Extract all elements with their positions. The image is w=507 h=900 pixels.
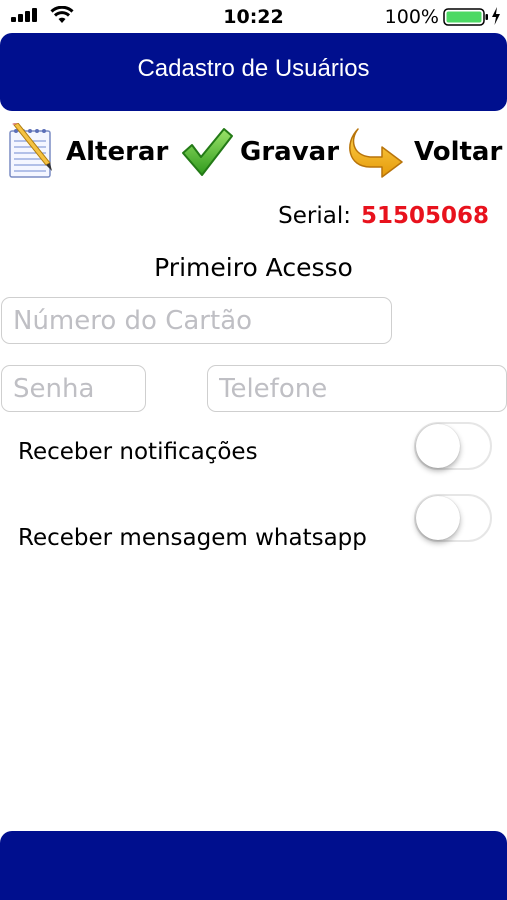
gravar-button[interactable]: Gravar xyxy=(180,120,339,184)
whatsapp-label: Receber mensagem whatsapp xyxy=(18,525,367,551)
toggle-knob xyxy=(416,424,460,468)
section-title: Primeiro Acesso xyxy=(154,253,353,282)
card-number-input[interactable] xyxy=(1,297,392,344)
app-header: Cadastro de Usuários xyxy=(0,33,507,111)
voltar-button[interactable]: Voltar xyxy=(348,120,502,184)
return-arrow-icon xyxy=(349,128,403,178)
notepad-pencil-icon xyxy=(9,123,52,178)
notifications-toggle[interactable] xyxy=(414,422,492,470)
green-checkmark-icon xyxy=(182,128,233,176)
serial-row: Serial: 51505068 xyxy=(278,203,489,229)
voltar-label: Voltar xyxy=(414,137,503,167)
serial-label: Serial: xyxy=(278,203,351,229)
charging-bolt-icon xyxy=(492,7,500,25)
battery-icon xyxy=(443,8,488,26)
status-bar: 10:22 100% xyxy=(0,0,507,32)
alterar-button[interactable]: Alterar xyxy=(6,120,168,184)
whatsapp-toggle[interactable] xyxy=(414,494,492,542)
password-input[interactable] xyxy=(1,365,146,412)
footer-bar xyxy=(0,831,507,900)
page-title: Cadastro de Usuários xyxy=(137,55,370,82)
alterar-label: Alterar xyxy=(66,137,169,167)
notifications-label: Receber notificações xyxy=(18,439,258,465)
gravar-label: Gravar xyxy=(240,137,340,167)
battery-percent: 100% xyxy=(384,6,439,28)
toggle-knob xyxy=(416,496,460,540)
phone-input[interactable] xyxy=(207,365,507,412)
serial-value: 51505068 xyxy=(360,203,489,229)
